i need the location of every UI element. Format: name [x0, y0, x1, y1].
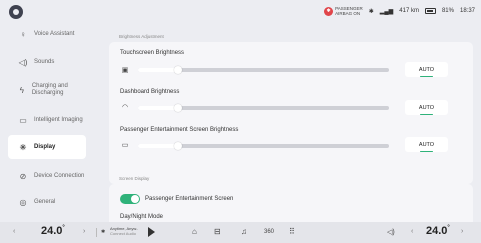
- auto-label: AUTO: [418, 141, 435, 148]
- dashboard-icon: ◠: [121, 104, 129, 111]
- passenger-screen-toggle[interactable]: [120, 194, 140, 204]
- airbag-line2: AIRBAG ON: [335, 11, 361, 16]
- sidebar-item-charging[interactable]: ϟ Charging and Discharging: [8, 78, 86, 102]
- camera-icon: ▭: [19, 115, 27, 125]
- settings-sidebar: ♀ Voice Assistant ◁) Sounds ϟ Charging a…: [0, 22, 93, 222]
- brightness-card: Touchscreen Brightness ▣ AUTO Dashboard …: [109, 42, 473, 184]
- dashboard-brightness-label: Dashboard Brightness: [120, 89, 180, 95]
- sidebar-item-label: Charging and Discharging: [31, 83, 68, 96]
- battery-percent: 81%: [441, 8, 454, 14]
- sidebar-item-label: Intelligent Imaging: [34, 116, 83, 123]
- bluetooth-audio-icon: ✱: [101, 229, 106, 235]
- dock-divider: [96, 228, 97, 237]
- sidebar-item-voice-assistant[interactable]: ♀ Voice Assistant: [8, 22, 86, 46]
- sidebar-item-label: Voice Assistant: [34, 30, 75, 37]
- sidebar-item-label: General: [34, 198, 56, 205]
- auto-label: AUTO: [418, 66, 435, 73]
- brightness-section-title: Brightness Adjustment: [119, 34, 164, 39]
- slider-thumb[interactable]: [174, 104, 183, 112]
- sidebar-item-intelligent-imaging[interactable]: ▭ Intelligent Imaging: [8, 108, 86, 132]
- dashboard-brightness-slider[interactable]: [138, 104, 389, 112]
- sidebar-item-device-connection[interactable]: ⊘ Device Connection: [8, 164, 86, 188]
- voice-icon: ♀: [20, 29, 26, 39]
- right-temp-down-icon[interactable]: ‹: [411, 228, 413, 235]
- camera-360-icon[interactable]: 360: [264, 229, 274, 235]
- passenger-screen-brightness-label: Passenger Entertainment Screen Brightnes…: [120, 127, 239, 133]
- touchscreen-auto-button[interactable]: AUTO: [405, 62, 448, 77]
- dashboard-auto-button[interactable]: AUTO: [405, 100, 448, 115]
- airbag-icon: ✱: [324, 6, 334, 16]
- screen-display-section-title: Screen Display: [119, 176, 150, 181]
- charging-icon: ϟ: [19, 85, 25, 95]
- sidebar-item-sounds[interactable]: ◁) Sounds: [8, 50, 86, 74]
- left-temperature[interactable]: 24.0°: [41, 225, 65, 237]
- sidebar-item-display[interactable]: ✳ Display: [8, 135, 86, 159]
- general-icon: ◎: [19, 197, 27, 207]
- music-icon[interactable]: ♫: [241, 227, 247, 236]
- passenger-screen-toggle-label: Passenger Entertainment Screen: [145, 196, 234, 202]
- bluetooth-icon: ✱: [368, 8, 374, 15]
- bottom-dock: ‹ 24.0° › ✱ Anytime, Anyw.. Connect Audi…: [0, 222, 481, 243]
- display-settings-panel: Brightness Adjustment Touchscreen Bright…: [109, 22, 473, 222]
- sidebar-item-label: Device Connection: [34, 172, 85, 179]
- touchscreen-brightness-label: Touchscreen Brightness: [120, 50, 185, 56]
- passenger-screen-brightness-slider[interactable]: [138, 142, 389, 150]
- car-icon[interactable]: ⊟: [214, 227, 221, 236]
- sidebar-item-general[interactable]: ◎ General: [8, 190, 86, 214]
- apps-icon[interactable]: ⠿: [289, 227, 295, 236]
- signal-icon: ▂▄▆: [379, 8, 394, 15]
- profile-icon[interactable]: [9, 5, 23, 19]
- passenger-screen-icon: ▭: [121, 142, 129, 149]
- passenger-screen-auto-button[interactable]: AUTO: [405, 137, 448, 152]
- right-temperature[interactable]: 24.0°: [426, 225, 450, 237]
- home-icon[interactable]: ⌂: [192, 227, 197, 236]
- status-bar: ✱ PASSENGER AIRBAG ON ✱ ▂▄▆ 417 km 81% 1…: [0, 0, 481, 22]
- screen-icon: ▣: [121, 67, 129, 74]
- speaker-icon: ◁): [18, 57, 28, 67]
- touchscreen-brightness-slider[interactable]: [138, 66, 389, 74]
- status-indicators: ✱ PASSENGER AIRBAG ON ✱ ▂▄▆ 417 km 81% 1…: [324, 4, 475, 18]
- media-info[interactable]: Anytime, Anyw.. Connect Audio: [110, 226, 138, 236]
- sidebar-item-label: Display: [34, 143, 56, 150]
- auto-label: AUTO: [418, 104, 435, 111]
- battery-icon: [424, 8, 436, 14]
- clock: 18:37: [459, 8, 475, 14]
- day-night-mode-label: Day/Night Mode: [120, 214, 164, 220]
- passenger-airbag-indicator: ✱ PASSENGER AIRBAG ON: [324, 6, 363, 16]
- slider-thumb[interactable]: [174, 66, 183, 74]
- volume-icon[interactable]: ◁): [387, 228, 395, 236]
- right-temp-up-icon[interactable]: ›: [461, 228, 463, 235]
- link-icon: ⊘: [19, 171, 27, 181]
- brightness-icon: ✳: [19, 142, 27, 152]
- screen-display-card: Passenger Entertainment Screen Day/Night…: [109, 184, 473, 222]
- left-temp-down-icon[interactable]: ‹: [13, 228, 15, 235]
- sidebar-item-label: Sounds: [34, 58, 55, 65]
- left-temp-up-icon[interactable]: ›: [83, 228, 85, 235]
- slider-thumb[interactable]: [174, 142, 183, 150]
- play-icon[interactable]: [148, 227, 155, 237]
- range-text: 417 km: [399, 8, 419, 14]
- media-subtitle: Connect Audio: [110, 230, 137, 236]
